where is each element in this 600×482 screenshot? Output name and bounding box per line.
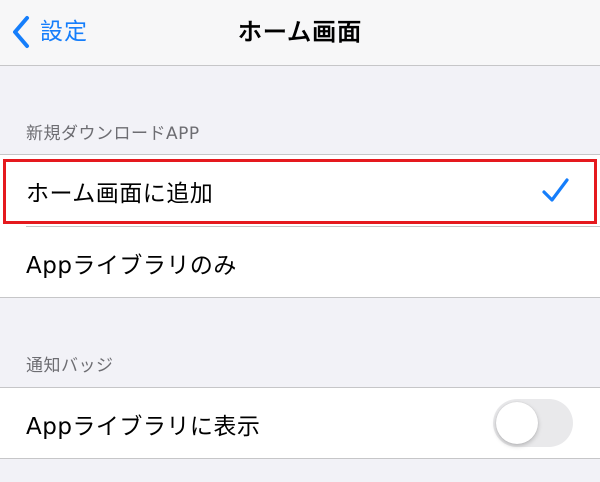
checkmark-icon — [542, 178, 569, 202]
navigation-bar: 設定 ホーム画面 — [0, 0, 600, 66]
row-label: Appライブラリに表示 — [26, 414, 261, 440]
option-app-library-only[interactable]: Appライブラリのみ — [0, 227, 600, 299]
page-title: ホーム画面 — [237, 18, 363, 46]
show-in-app-library-row: Appライブラリに表示 — [0, 388, 600, 460]
new-downloads-group: ホーム画面に追加 Appライブラリのみ — [0, 154, 600, 298]
notification-badges-group: Appライブラリに表示 — [0, 387, 600, 459]
show-in-app-library-toggle[interactable] — [493, 399, 573, 447]
option-label: ホーム画面に追加 — [26, 181, 214, 207]
option-label: Appライブラリのみ — [26, 253, 237, 279]
section-header-new-downloads: 新規ダウンロードAPP — [26, 124, 200, 144]
toggle-knob — [496, 402, 538, 444]
option-add-to-home-screen[interactable]: ホーム画面に追加 — [0, 155, 600, 227]
section-header-notification-badges: 通知バッジ — [26, 356, 114, 376]
